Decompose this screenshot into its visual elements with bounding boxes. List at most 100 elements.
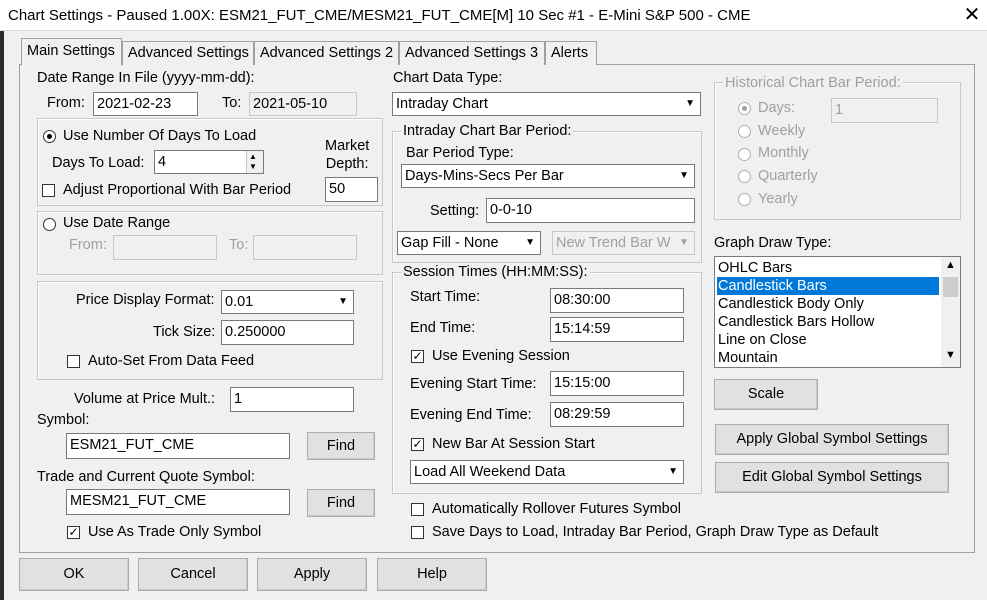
apply-global-symbol-settings-button[interactable]: Apply Global Symbol Settings [715,424,949,455]
date-to-field[interactable]: 2021-05-10 [249,92,357,116]
new-bar-checkbox[interactable]: ✓ [411,438,424,451]
tab-main-settings[interactable]: Main Settings [21,38,122,66]
range-from-field [113,235,217,260]
historical-period-title: Historical Chart Bar Period: [723,75,903,91]
list-scrollbar[interactable]: ▲ ▼ [941,257,960,367]
historical-days-field: 1 [831,98,938,123]
evening-end-field[interactable]: 08:29:59 [550,402,684,427]
tab-advanced-settings-3[interactable]: Advanced Settings 3 [399,41,545,65]
bar-period-type-label: Bar Period Type: [406,145,514,161]
bar-period-type-value: Days-Mins-Secs Per Bar [405,168,564,184]
price-format-label: Price Display Format: [76,292,215,308]
range-from-label: From: [69,237,107,253]
evening-end-label: Evening End Time: [410,407,532,423]
spin-up-icon[interactable]: ▲ [249,152,257,161]
autoset-label: Auto-Set From Data Feed [88,353,255,369]
adjust-proportional-checkbox[interactable] [42,184,55,197]
cancel-button[interactable]: Cancel [138,558,248,591]
save-default-checkbox[interactable] [411,526,424,539]
weekend-data-value: Load All Weekend Data [414,464,566,480]
new-trend-bar-select: New Trend Bar W ▼ [552,231,695,255]
rollover-label: Automatically Rollover Futures Symbol [432,501,682,517]
scroll-up-icon[interactable]: ▲ [945,259,956,271]
historical-quarterly-radio [738,170,751,183]
spin-down-icon[interactable]: ▼ [249,162,257,171]
list-item[interactable]: Candlestick Bars Hollow [717,313,939,331]
tab-alerts[interactable]: Alerts [545,41,597,65]
market-depth-label: Market Depth: [325,138,370,172]
close-icon[interactable]: ✕ [960,3,984,27]
chevron-down-icon: ▼ [668,466,678,477]
bar-period-type-select[interactable]: Days-Mins-Secs Per Bar ▼ [401,164,695,188]
symbol-label: Symbol: [37,412,90,428]
new-bar-label: New Bar At Session Start [432,436,595,452]
chevron-down-icon: ▼ [679,237,689,248]
intraday-period-title: Intraday Chart Bar Period: [401,123,574,139]
use-days-label: Use Number Of Days To Load [63,128,257,144]
new-trend-bar-value: New Trend Bar W [556,235,671,251]
end-time-label: End Time: [410,320,476,336]
scroll-thumb[interactable] [943,277,958,297]
end-time-field[interactable]: 15:14:59 [550,317,684,342]
graph-draw-type-list[interactable]: OHLC Bars Candlestick Bars Candlestick B… [714,256,961,368]
background-chart-strip [0,31,4,600]
date-from-field[interactable]: 2021-02-23 [93,92,198,116]
gap-fill-value: Gap Fill - None [401,235,499,251]
market-depth-field[interactable]: 50 [325,177,378,202]
start-time-field[interactable]: 08:30:00 [550,288,684,313]
trade-only-checkbox[interactable]: ✓ [67,526,80,539]
scale-button[interactable]: Scale [714,379,818,410]
use-days-radio[interactable] [43,130,56,143]
evening-session-checkbox[interactable]: ✓ [411,350,424,363]
evening-start-field[interactable]: 15:15:00 [550,371,684,396]
evening-start-label: Evening Start Time: [410,376,537,392]
symbol-find-button[interactable]: Find [307,432,375,460]
evening-session-label: Use Evening Session [432,348,570,364]
tab-advanced-settings[interactable]: Advanced Settings [122,41,254,65]
historical-weekly-label: Weekly [758,123,806,139]
symbol-field[interactable]: ESM21_FUT_CME [66,433,290,459]
chart-data-type-value: Intraday Chart [396,96,488,112]
price-format-value: 0.01 [225,294,254,310]
tab-advanced-settings-2[interactable]: Advanced Settings 2 [254,41,399,65]
trade-symbol-label: Trade and Current Quote Symbol: [37,469,255,485]
date-range-label: Date Range In File (yyyy-mm-dd): [37,70,255,86]
to-label: To: [222,95,242,111]
historical-weekly-radio [738,125,751,138]
historical-monthly-radio [738,148,751,161]
trade-symbol-find-button[interactable]: Find [307,489,375,517]
list-item-selected[interactable]: Candlestick Bars [717,277,939,295]
range-to-label: To: [229,237,249,253]
volume-field[interactable]: 1 [230,387,354,412]
setting-field[interactable]: 0-0-10 [486,198,695,223]
tick-size-field[interactable]: 0.250000 [221,320,354,345]
list-item[interactable]: Mountain [717,349,939,367]
edit-global-symbol-settings-button[interactable]: Edit Global Symbol Settings [715,462,949,493]
chevron-down-icon: ▼ [685,98,695,109]
autoset-checkbox[interactable] [67,355,80,368]
gap-fill-select[interactable]: Gap Fill - None ▼ [397,231,541,255]
list-item[interactable]: OHLC Bars [717,259,939,277]
chart-data-type-select[interactable]: Intraday Chart ▼ [392,92,701,116]
apply-button[interactable]: Apply [257,558,367,591]
setting-label: Setting: [430,203,480,219]
list-item[interactable]: Line on Close [717,331,939,349]
adjust-proportional-label: Adjust Proportional With Bar Period [63,182,292,198]
price-format-select[interactable]: 0.01 ▼ [221,290,354,314]
trade-symbol-field[interactable]: MESM21_FUT_CME [66,489,290,515]
historical-monthly-label: Monthly [758,145,809,161]
scroll-down-icon[interactable]: ▼ [945,349,956,361]
days-to-load-label: Days To Load: [52,155,145,171]
session-times-title: Session Times (HH:MM:SS): [401,264,590,280]
list-item[interactable]: Candlestick Body Only [717,295,939,313]
use-date-range-radio[interactable] [43,218,56,231]
days-spinner[interactable]: ▲ ▼ [246,151,263,173]
historical-yearly-radio [738,193,751,206]
help-button[interactable]: Help [377,558,487,591]
save-default-label: Save Days to Load, Intraday Bar Period, … [432,524,879,540]
rollover-checkbox[interactable] [411,503,424,516]
chart-data-type-label: Chart Data Type: [393,70,503,86]
weekend-data-select[interactable]: Load All Weekend Data ▼ [410,460,684,484]
graph-draw-type-label: Graph Draw Type: [714,235,832,251]
ok-button[interactable]: OK [19,558,129,591]
